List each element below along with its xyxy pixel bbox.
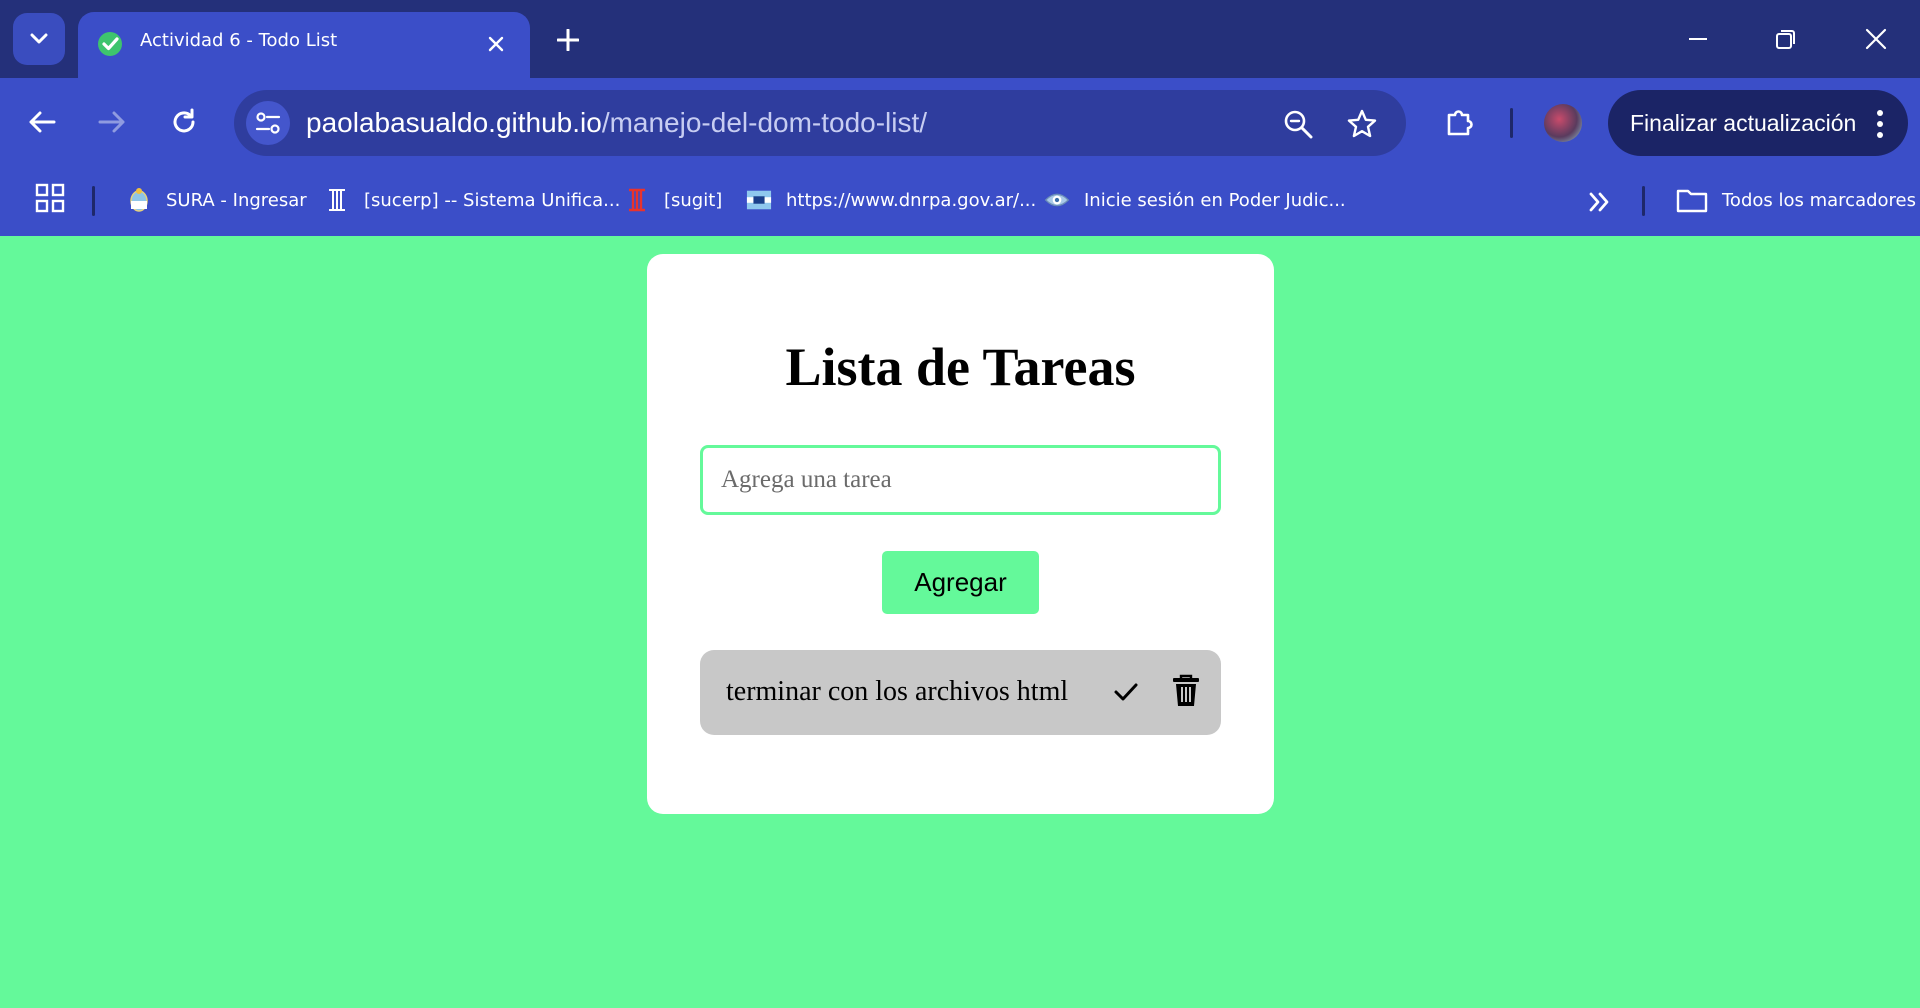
browser-toolbar: paolabasualdo.github.io/manejo-del-dom-t… xyxy=(0,78,1920,166)
dnrpa-flag-icon xyxy=(746,187,772,213)
browser-titlebar: Actividad 6 - Todo List xyxy=(0,0,1920,78)
zoom-icon xyxy=(1284,110,1313,139)
bookmark-sugit[interactable]: [sugit] xyxy=(624,184,722,216)
bookmarks-divider xyxy=(92,186,95,216)
close-icon xyxy=(488,36,504,52)
tab-search-button[interactable] xyxy=(13,13,65,65)
bookmark-label: Inicie sesión en Poder Judic... xyxy=(1084,189,1346,211)
browser-tab-active[interactable]: Actividad 6 - Todo List xyxy=(78,12,530,78)
add-task-button[interactable]: Agregar xyxy=(882,551,1039,614)
bookmark-label: https://www.dnrpa.gov.ar/... xyxy=(786,189,1037,211)
bookmark-label: [sugit] xyxy=(664,189,723,211)
plus-icon xyxy=(557,29,579,51)
restore-icon xyxy=(1776,30,1795,49)
green-check-favicon-icon xyxy=(98,32,122,56)
back-button[interactable] xyxy=(18,98,66,146)
column-icon xyxy=(324,187,350,213)
finish-update-label: Finalizar actualización xyxy=(1630,110,1857,136)
close-window-button[interactable] xyxy=(1846,12,1906,66)
todo-card: Lista de Tareas Agregar terminar con los… xyxy=(647,254,1274,814)
apps-grid-icon[interactable] xyxy=(34,182,66,214)
all-bookmarks-button[interactable]: Todos los marcadores xyxy=(1676,184,1916,216)
coat-of-arms-icon xyxy=(126,187,152,213)
toolbar-divider xyxy=(1510,108,1513,138)
reload-button[interactable] xyxy=(160,98,208,146)
bookmark-sura[interactable]: SURA - Ingresar xyxy=(126,184,307,216)
arrow-left-icon xyxy=(29,111,56,133)
double-chevron-right-icon[interactable] xyxy=(1584,186,1616,218)
task-text: terminar con los archivos html xyxy=(726,676,1069,707)
bookmark-label: SURA - Ingresar xyxy=(166,189,307,211)
all-bookmarks-label: Todos los marcadores xyxy=(1722,189,1916,211)
page-title: Lista de Tareas xyxy=(785,337,1136,397)
puzzle-icon xyxy=(1447,110,1473,136)
more-vert-icon xyxy=(1877,110,1883,138)
new-tab-button[interactable] xyxy=(550,22,586,58)
bookmark-sucerp[interactable]: [sucerp] -- Sistema Unifica... xyxy=(324,184,620,216)
close-icon xyxy=(1865,28,1887,50)
bookmarks-divider xyxy=(1642,186,1645,216)
bookmark-label: [sucerp] -- Sistema Unifica... xyxy=(364,189,621,211)
folder-icon xyxy=(1676,187,1708,213)
task-input[interactable] xyxy=(700,445,1221,515)
trash-icon[interactable] xyxy=(1170,674,1202,708)
arrow-right-icon xyxy=(98,111,125,133)
tune-icon xyxy=(255,112,281,134)
url-text[interactable]: paolabasualdo.github.io/manejo-del-dom-t… xyxy=(306,107,927,139)
tab-close-button[interactable] xyxy=(480,28,512,60)
check-icon[interactable] xyxy=(1110,676,1142,708)
extensions-button[interactable] xyxy=(1436,98,1484,146)
zoom-button[interactable] xyxy=(1280,106,1316,142)
profile-avatar[interactable] xyxy=(1544,104,1582,142)
bookmarks-bar: SURA - Ingresar [sucerp] -- Sistema Unif… xyxy=(0,166,1920,236)
star-icon xyxy=(1347,109,1377,138)
finish-update-button[interactable]: Finalizar actualización xyxy=(1608,90,1908,156)
bookmark-poder-judicial[interactable]: Inicie sesión en Poder Judic... xyxy=(1044,184,1346,216)
site-info-button[interactable] xyxy=(246,101,290,145)
minimize-button[interactable] xyxy=(1668,12,1728,66)
restore-button[interactable] xyxy=(1756,12,1816,66)
bookmark-star-button[interactable] xyxy=(1344,106,1380,142)
eye-logo-icon xyxy=(1044,187,1070,213)
task-item: terminar con los archivos html xyxy=(700,650,1221,735)
address-bar[interactable]: paolabasualdo.github.io/manejo-del-dom-t… xyxy=(234,90,1406,156)
reload-icon xyxy=(173,108,195,133)
red-column-icon xyxy=(624,187,650,213)
minimize-icon xyxy=(1689,38,1707,40)
tab-title: Actividad 6 - Todo List xyxy=(140,30,338,51)
chevron-down-icon xyxy=(30,33,48,44)
url-path: /manejo-del-dom-todo-list/ xyxy=(601,107,928,138)
url-host: paolabasualdo.github.io xyxy=(306,107,602,138)
bookmark-dnrpa[interactable]: https://www.dnrpa.gov.ar/... xyxy=(746,184,1036,216)
forward-button[interactable] xyxy=(88,98,136,146)
